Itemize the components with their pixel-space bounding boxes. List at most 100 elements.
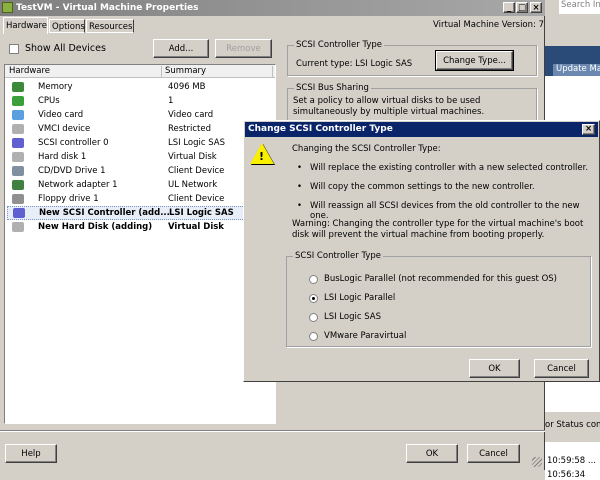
radio-label: BusLogic Parallel (not recommended for t… <box>324 274 557 284</box>
dialog-ok-button[interactable]: OK <box>469 359 520 378</box>
radio-option[interactable]: LSI Logic SAS <box>309 312 381 322</box>
hardware-summary: LSI Logic SAS <box>168 138 226 148</box>
scsi-controller-type-group: SCSI Controller Type Current type: LSI L… <box>287 40 537 76</box>
scsi-icon <box>13 208 25 218</box>
search-input[interactable]: Search Inv <box>559 0 600 14</box>
bullet-3: Will reassign all SCSI devices from the … <box>297 201 599 221</box>
show-all-devices-checkbox[interactable]: Show All Devices <box>9 43 106 54</box>
task-list: 10:59:58 ... 10:56:34 <box>545 442 600 480</box>
maximize-button[interactable]: □ <box>516 2 528 13</box>
group-legend: SCSI Controller Type <box>293 251 383 261</box>
current-type: Current type: LSI Logic SAS <box>296 59 413 69</box>
dialog-title-bar: Change SCSI Controller Type × <box>245 122 598 137</box>
tab-update-manager[interactable]: Update Man <box>553 64 600 76</box>
group-legend: SCSI Controller Type <box>294 40 384 50</box>
table-row[interactable]: CPUs 1 <box>7 94 273 108</box>
hardware-name: SCSI controller 0 <box>38 138 109 148</box>
help-button[interactable]: Help <box>5 444 57 463</box>
radio-option[interactable]: BusLogic Parallel (not recommended for t… <box>309 274 557 284</box>
status-filter-label: or Status conta <box>545 420 600 430</box>
radio-button[interactable] <box>309 331 318 341</box>
tab-hardware[interactable]: Hardware <box>3 17 48 34</box>
radio-label: LSI Logic Parallel <box>324 293 396 303</box>
hardware-list: Hardware Summary Memory 4096 MB CPUs 1 Video… <box>4 64 276 424</box>
ok-button[interactable]: OK <box>406 444 458 463</box>
table-row[interactable]: Memory 4096 MB <box>7 80 273 94</box>
hardware-name: Network adapter 1 <box>38 180 118 190</box>
monitor-icon <box>12 110 24 120</box>
hardware-summary: Virtual Disk <box>168 152 217 162</box>
remove-button[interactable]: Remove <box>215 39 272 58</box>
divider <box>0 430 545 432</box>
table-row[interactable]: CD/DVD Drive 1 Client Device <box>7 164 273 178</box>
dialog-title: Change SCSI Controller Type <box>248 124 393 134</box>
add-button[interactable]: Add... <box>153 39 209 58</box>
hardware-name: VMCI device <box>38 124 91 134</box>
group-legend: SCSI Bus Sharing <box>294 83 371 93</box>
dialog-close-button[interactable]: × <box>582 124 595 135</box>
hardware-name: Floppy drive 1 <box>38 194 99 204</box>
hardware-summary: Restricted <box>168 124 212 134</box>
bus-sharing-text: Set a policy to allow virtual disks to b… <box>293 96 485 117</box>
checkbox-label: Show All Devices <box>25 43 106 54</box>
table-row[interactable]: Network adapter 1 UL Network <box>7 178 273 192</box>
table-row[interactable]: SCSI controller 0 LSI Logic SAS <box>7 136 273 150</box>
hardware-summary: 1 <box>168 96 174 106</box>
hardware-summary: Client Device <box>168 166 225 176</box>
hardware-name: New Hard Disk (adding) <box>38 222 153 232</box>
column-summary[interactable]: Summary <box>161 66 273 78</box>
radio-option[interactable]: LSI Logic Parallel <box>309 293 395 303</box>
hardware-name: Video card <box>38 110 84 120</box>
minimize-button[interactable]: _ <box>503 2 515 13</box>
scsi-icon <box>12 138 24 148</box>
window-title: TestVM - Virtual Machine Properties <box>16 3 199 13</box>
tab-resources[interactable]: Resources <box>86 19 134 33</box>
checkbox[interactable] <box>9 43 19 54</box>
radio-button[interactable] <box>309 274 318 284</box>
warning-mark: ! <box>259 150 265 163</box>
hardware-summary: LSI Logic SAS <box>169 208 234 218</box>
version-label: Virtual Machine Version: 7 <box>433 20 544 30</box>
table-row[interactable]: Hard disk 1 Virtual Disk <box>7 150 273 164</box>
radio-option[interactable]: VMware Paravirtual <box>309 331 406 341</box>
table-row[interactable]: Video card Video card <box>7 108 273 122</box>
vm-icon <box>2 2 13 13</box>
network-icon <box>12 180 24 190</box>
table-row[interactable]: Floppy drive 1 Client Device <box>7 192 273 206</box>
column-hardware[interactable]: Hardware <box>9 66 50 76</box>
bullet-2: Will copy the common settings to the new… <box>297 182 535 192</box>
warning-text: Warning: Changing the controller type fo… <box>292 219 584 240</box>
radio-label: VMware Paravirtual <box>324 331 407 341</box>
floppy-icon <box>12 194 24 204</box>
cpu-icon <box>12 96 24 106</box>
cancel-button[interactable]: Cancel <box>467 444 520 463</box>
list-header: Hardware Summary <box>5 65 275 78</box>
memory-icon <box>12 82 24 92</box>
title-bar: TestVM - Virtual Machine Properties _ □ … <box>0 0 545 16</box>
time-2: 10:56:34 <box>547 470 586 480</box>
radio-button[interactable] <box>309 312 318 322</box>
hardware-summary: Video card <box>168 110 214 120</box>
hardware-name: Hard disk 1 <box>38 152 87 162</box>
hardware-name: CD/DVD Drive 1 <box>38 166 106 176</box>
table-row[interactable]: VMCI device Restricted <box>7 122 273 136</box>
disk-icon <box>12 152 24 162</box>
radio-button[interactable] <box>309 293 318 303</box>
hardware-name: Memory <box>38 82 73 92</box>
radio-label: LSI Logic SAS <box>324 312 382 322</box>
change-scsi-dialog: Change SCSI Controller Type × ! Changing… <box>243 120 600 382</box>
close-button[interactable]: × <box>530 2 542 13</box>
tab-options[interactable]: Options <box>49 19 85 33</box>
hardware-summary: Client Device <box>168 194 225 204</box>
table-row[interactable]: New Hard Disk (adding) Virtual Disk <box>7 220 273 234</box>
dialog-cancel-button[interactable]: Cancel <box>534 359 589 378</box>
change-type-button[interactable]: Change Type... <box>435 50 514 71</box>
resize-grip-icon[interactable] <box>532 457 542 467</box>
bullet-1: Will replace the existing controller wit… <box>297 163 588 173</box>
hardware-summary: Virtual Disk <box>168 222 224 232</box>
hardware-name: New SCSI Controller (add... <box>39 208 169 218</box>
controller-type-options: SCSI Controller Type BusLogic Parallel (… <box>286 251 591 347</box>
hardware-summary: UL Network <box>168 180 218 190</box>
table-row[interactable]: New SCSI Controller (add... LSI Logic SAS <box>7 206 273 220</box>
hardware-name: CPUs <box>38 96 60 106</box>
